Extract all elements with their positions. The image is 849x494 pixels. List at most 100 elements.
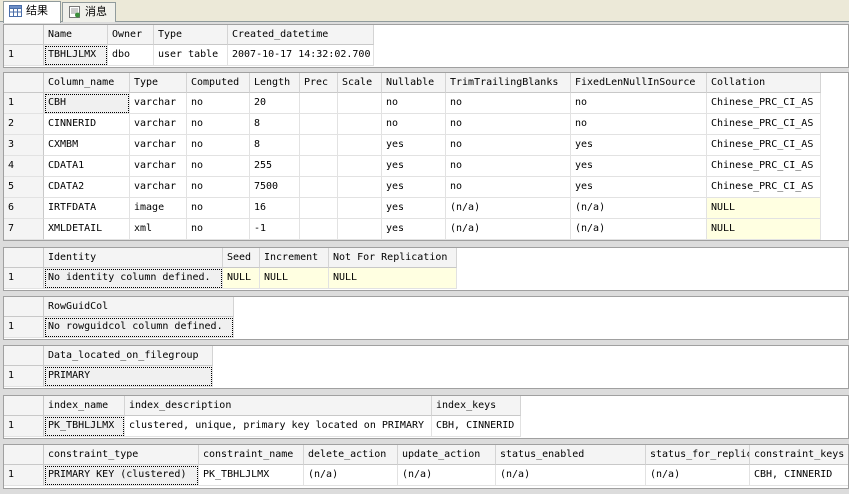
grid-cell[interactable] [300,219,338,240]
column-header[interactable]: Increment [260,248,329,268]
grid-cell[interactable] [338,93,382,114]
column-header[interactable]: constraint_type [44,445,199,465]
row-number[interactable]: 1 [4,416,44,437]
column-header[interactable]: Name [44,25,108,45]
column-header[interactable]: TrimTrailingBlanks [446,73,571,93]
row-number[interactable]: 1 [4,317,44,338]
corner-header[interactable] [4,346,44,366]
grid-cell[interactable] [338,114,382,135]
column-header[interactable]: Type [154,25,228,45]
grid-cell[interactable]: CXMBM [44,135,130,156]
grid-cell[interactable]: 2007-10-17 14:32:02.700 [228,45,374,66]
grid-cell[interactable]: 7500 [250,177,300,198]
grid-cell[interactable]: PRIMARY KEY (clustered) [44,465,199,486]
grid-cell[interactable] [338,177,382,198]
grid-cell[interactable]: Chinese_PRC_CI_AS [707,156,821,177]
grid-cell[interactable]: (n/a) [496,465,646,486]
grid-cell[interactable]: CDATA2 [44,177,130,198]
row-number[interactable]: 3 [4,135,44,156]
grid-cell[interactable]: NULL [707,198,821,219]
grid-cell[interactable]: NULL [260,268,329,289]
grid-cell[interactable]: no [187,177,250,198]
grid-cell[interactable]: CBH [44,93,130,114]
grid-cell[interactable]: CINNERID [44,114,130,135]
column-header[interactable]: status_enabled [496,445,646,465]
grid-cell[interactable]: No identity column defined. [44,268,223,289]
column-header[interactable]: FixedLenNullInSource [571,73,707,93]
column-header[interactable]: status_for_replication [646,445,750,465]
row-number[interactable]: 4 [4,156,44,177]
grid-cell[interactable]: 8 [250,135,300,156]
grid-cell[interactable] [300,177,338,198]
grid-cell[interactable]: no [187,114,250,135]
column-header[interactable]: Prec [300,73,338,93]
column-header[interactable]: Identity [44,248,223,268]
grid-cell[interactable]: Chinese_PRC_CI_AS [707,114,821,135]
grid-cell[interactable]: CBH, CINNERID [432,416,521,437]
column-header[interactable]: Nullable [382,73,446,93]
grid-cell[interactable]: Chinese_PRC_CI_AS [707,93,821,114]
grid-cell[interactable]: PK_TBHLJLMX [199,465,304,486]
grid-cell[interactable]: No rowguidcol column defined. [44,317,234,338]
grid-cell[interactable] [300,114,338,135]
grid-cell[interactable]: (n/a) [646,465,750,486]
grid-cell[interactable] [300,156,338,177]
grid-cell[interactable]: varchar [130,114,187,135]
grid-cell[interactable]: no [187,156,250,177]
grid-cell[interactable]: CBH, CINNERID [750,465,848,486]
column-header[interactable]: Length [250,73,300,93]
grid-cell[interactable]: 255 [250,156,300,177]
column-header[interactable]: Owner [108,25,154,45]
corner-header[interactable] [4,297,44,317]
grid-cell[interactable] [300,93,338,114]
grid-cell[interactable]: XMLDETAIL [44,219,130,240]
grid-cell[interactable]: 16 [250,198,300,219]
grid-cell[interactable] [300,135,338,156]
row-number[interactable]: 1 [4,45,44,66]
column-header[interactable]: index_name [44,396,125,416]
grid-cell[interactable]: (n/a) [446,219,571,240]
grid-cell[interactable]: NULL [329,268,457,289]
grid-cell[interactable]: no [446,93,571,114]
column-header[interactable]: RowGuidCol [44,297,234,317]
grid-cell[interactable]: yes [382,219,446,240]
column-header[interactable]: constraint_keys [750,445,848,465]
grid-cell[interactable]: TBHLJLMX [44,45,108,66]
index-grid-pane[interactable]: index_name index_description index_keys 1 PK… [3,395,849,439]
column-header[interactable]: Collation [707,73,821,93]
grid-cell[interactable]: yes [382,177,446,198]
grid-cell[interactable]: no [187,135,250,156]
grid-cell[interactable]: PK_TBHLJLMX [44,416,125,437]
column-header[interactable]: Column_name [44,73,130,93]
column-header[interactable]: Seed [223,248,260,268]
grid-cell[interactable]: varchar [130,93,187,114]
grid-cell[interactable]: yes [571,177,707,198]
table-info-grid-pane[interactable]: Name Owner Type Created_datetime 1 TBHLJLMX db… [3,24,849,68]
constraints-grid-pane[interactable]: constraint_type constraint_name delete_act… [3,444,849,489]
grid-cell[interactable]: CDATA1 [44,156,130,177]
tab-messages[interactable]: 消息 [62,2,116,22]
column-header[interactable]: Data_located_on_filegroup [44,346,213,366]
grid-cell[interactable]: no [187,219,250,240]
grid-cell[interactable]: varchar [130,156,187,177]
columns-grid-pane[interactable]: Column_name Type Computed Length Prec Scale Nu… [3,72,849,241]
grid-cell[interactable]: no [571,114,707,135]
row-number[interactable]: 5 [4,177,44,198]
grid-cell[interactable]: yes [382,156,446,177]
column-header[interactable]: update_action [398,445,496,465]
grid-cell[interactable]: (n/a) [304,465,398,486]
grid-cell[interactable]: NULL [707,219,821,240]
grid-cell[interactable]: (n/a) [571,219,707,240]
grid-cell[interactable]: no [382,93,446,114]
row-number[interactable]: 1 [4,366,44,387]
corner-header[interactable] [4,248,44,268]
column-header[interactable]: Type [130,73,187,93]
grid-cell[interactable]: NULL [223,268,260,289]
grid-cell[interactable]: no [446,177,571,198]
corner-header[interactable] [4,73,44,93]
grid-cell[interactable]: no [382,114,446,135]
grid-cell[interactable]: user table [154,45,228,66]
grid-cell[interactable]: clustered, unique, primary key located o… [125,416,432,437]
grid-cell[interactable]: no [571,93,707,114]
column-header[interactable]: constraint_name [199,445,304,465]
